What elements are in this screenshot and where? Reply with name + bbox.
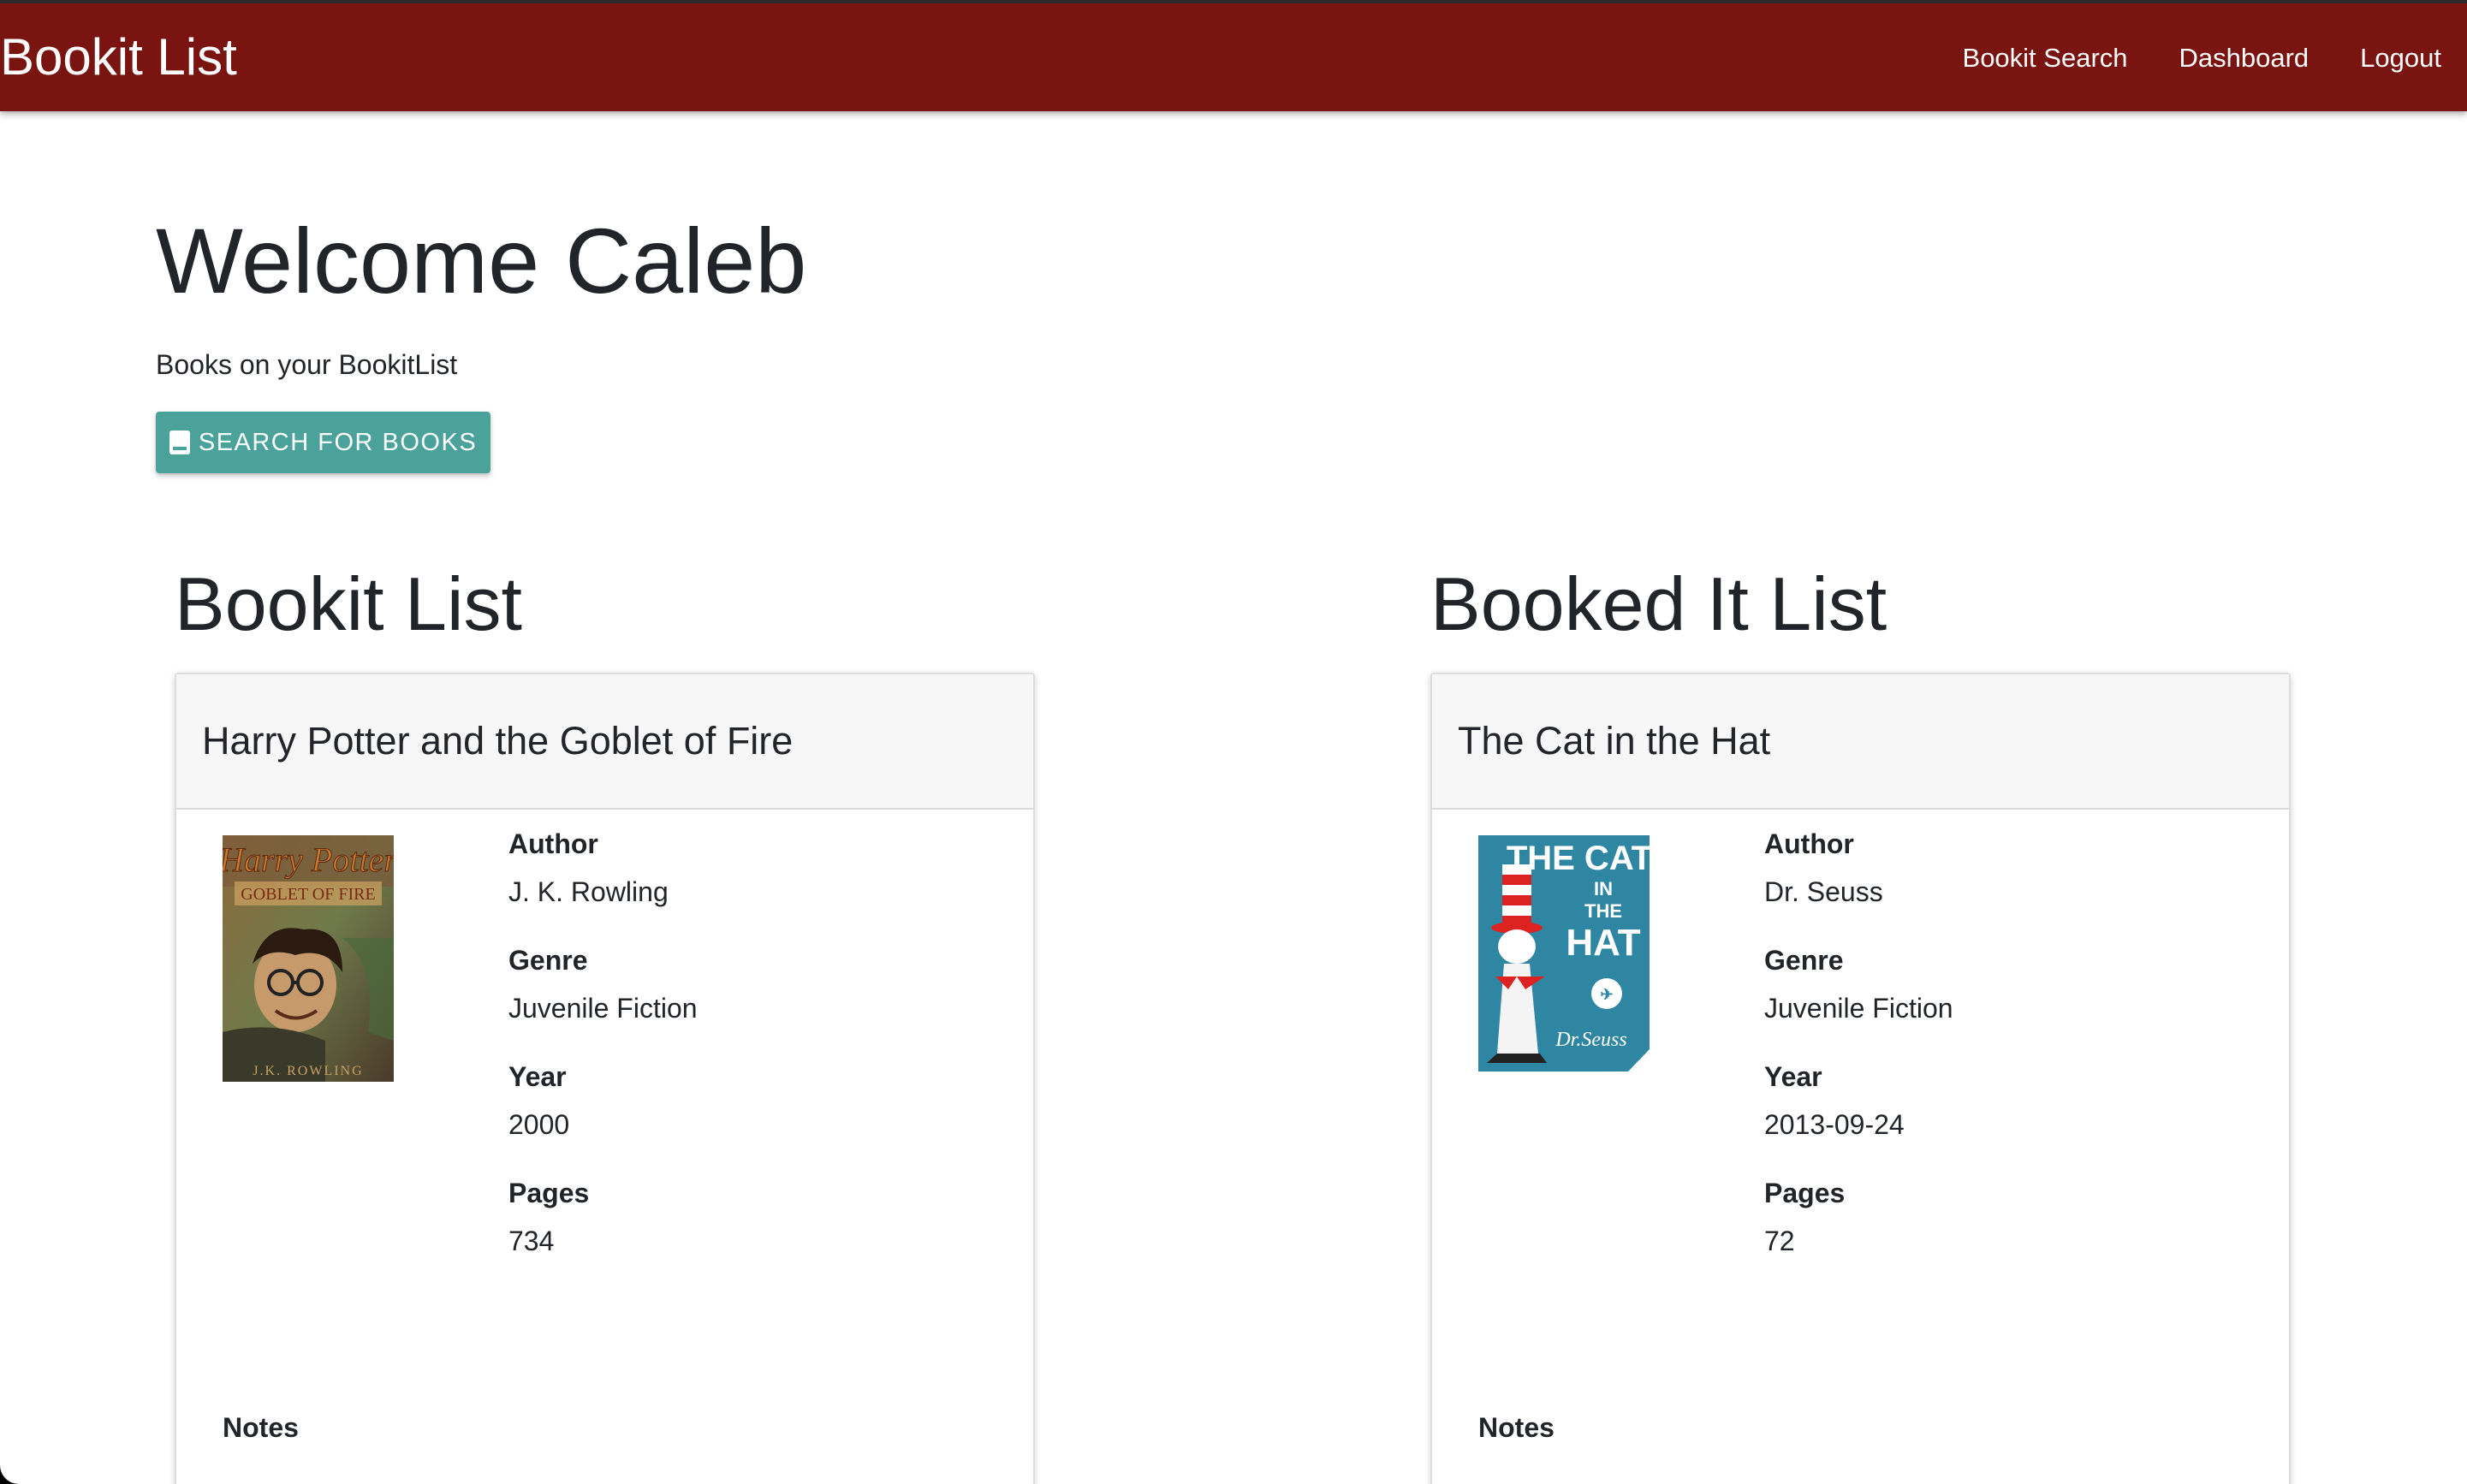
genre-value: Juvenile Fiction (1764, 993, 1953, 1024)
cover-subtitle-text: GOBLET OF FIRE (241, 885, 375, 904)
app-window: Bookit List Bookit Search Dashboard Logo… (0, 0, 2467, 1484)
card-header: The Cat in the Hat (1432, 674, 2289, 810)
card-header: Harry Potter and the Goblet of Fire (176, 674, 1033, 810)
top-navbar: Bookit List Bookit Search Dashboard Logo… (0, 0, 2467, 111)
book-title[interactable]: The Cat in the Hat (1458, 717, 1770, 765)
nav-link-dashboard[interactable]: Dashboard (2179, 41, 2309, 75)
nav-links: Bookit Search Dashboard Logout (1963, 41, 2441, 75)
cover-line-4: HAT (1566, 922, 1640, 964)
genre-label: Genre (508, 945, 588, 976)
pages-value: 734 (508, 1226, 555, 1256)
book-details: Author Dr. Seuss Genre Juvenile Fiction … (1764, 827, 1953, 1292)
book-cover-image: Harry Potter GOBLET OF FIRE J.K. ROWLING (223, 835, 394, 1082)
nav-link-bookit-search[interactable]: Bookit Search (1963, 41, 2128, 75)
booked-it-list-heading: Booked It List (1430, 561, 1887, 646)
svg-text:✈: ✈ (1600, 986, 1613, 1003)
year-value: 2013-09-24 (1764, 1109, 1905, 1140)
book-title[interactable]: Harry Potter and the Goblet of Fire (202, 717, 793, 765)
book-icon (169, 430, 190, 454)
author-value: J. K. Rowling (508, 876, 669, 907)
page-title: Welcome Caleb (156, 209, 807, 312)
author-value: Dr. Seuss (1764, 876, 1883, 907)
cover-author-text: Dr.Seuss (1555, 1029, 1626, 1051)
brand-logo[interactable]: Bookit List (0, 27, 237, 87)
author-label: Author (1764, 828, 1854, 859)
year-value: 2000 (508, 1109, 570, 1140)
search-for-books-button[interactable]: SEARCH FOR BOOKS (156, 412, 490, 473)
page-subtitle: Books on your BookitList (156, 349, 458, 380)
year-label: Year (1764, 1061, 1822, 1092)
year-label: Year (508, 1061, 567, 1092)
search-for-books-label: SEARCH FOR BOOKS (198, 428, 478, 456)
cover-title-text: Harry Potter (223, 840, 394, 879)
bookit-list-heading: Bookit List (175, 561, 522, 646)
book-card: Harry Potter and the Goblet of Fire Harr… (175, 673, 1035, 1484)
cover-line-2: IN (1594, 878, 1613, 899)
nav-link-logout[interactable]: Logout (2360, 41, 2441, 75)
book-cover-image: THE CAT IN THE HAT ✈ Dr.Seuss (1478, 835, 1650, 1071)
cover-line-3: THE (1584, 900, 1622, 922)
notes-label: Notes (1478, 1412, 1555, 1443)
cover-author-text: J.K. ROWLING (253, 1064, 363, 1078)
genre-label: Genre (1764, 945, 1844, 976)
author-label: Author (508, 828, 598, 859)
notes-label: Notes (223, 1412, 299, 1443)
genre-value: Juvenile Fiction (508, 993, 698, 1024)
book-card: The Cat in the Hat THE CAT IN THE HAT ✈ … (1430, 673, 2291, 1484)
book-details: Author J. K. Rowling Genre Juvenile Fict… (508, 827, 698, 1292)
pages-value: 72 (1764, 1226, 1795, 1256)
pages-label: Pages (1764, 1178, 1846, 1208)
pages-label: Pages (508, 1178, 590, 1208)
